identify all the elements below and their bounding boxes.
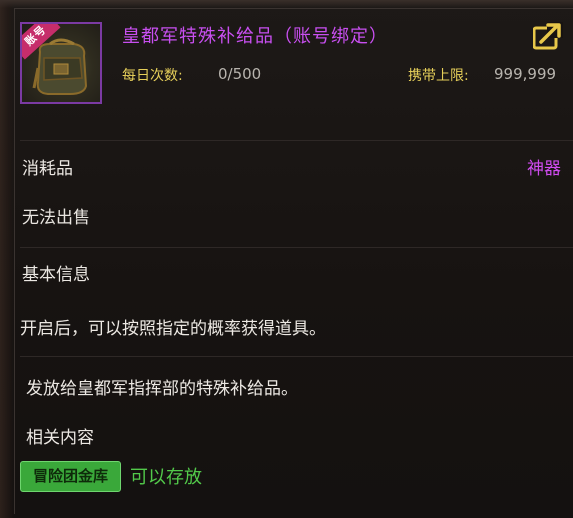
- share-icon: [532, 22, 563, 50]
- supply-bag-icon: 账号: [20, 22, 102, 104]
- item-category: 消耗品: [22, 159, 73, 179]
- background-edge-top: [0, 0, 573, 8]
- storage-status: 可以存放: [130, 467, 202, 488]
- divider: [20, 356, 573, 357]
- carry-limit-label: 携带上限:: [408, 68, 469, 84]
- item-flavor-text: 发放给皇都军指挥部的特殊补给品。: [26, 379, 298, 399]
- item-tooltip-panel: 账号 皇都军特殊补给品（账号绑定） 每日次数: 0/500 携带上限: 999,…: [0, 0, 573, 518]
- background-edge: [0, 0, 14, 518]
- bag-graphic: [32, 38, 88, 95]
- daily-count-label: 每日次数:: [122, 68, 183, 84]
- sale-status: 无法出售: [22, 208, 90, 228]
- adventure-vault-badge: 冒险团金库: [20, 461, 121, 492]
- item-description: 开启后，可以按照指定的概率获得道具。: [20, 319, 326, 339]
- related-content-heading: 相关内容: [26, 428, 94, 448]
- basic-info-heading: 基本信息: [22, 265, 90, 285]
- item-title: 皇都军特殊补给品（账号绑定）: [122, 26, 388, 47]
- carry-limit-value: 999,999: [494, 65, 557, 83]
- divider: [20, 247, 573, 248]
- share-button[interactable]: [532, 22, 563, 50]
- item-grade: 神器: [527, 159, 561, 179]
- divider: [20, 140, 573, 141]
- daily-count-value: 0/500: [218, 65, 262, 83]
